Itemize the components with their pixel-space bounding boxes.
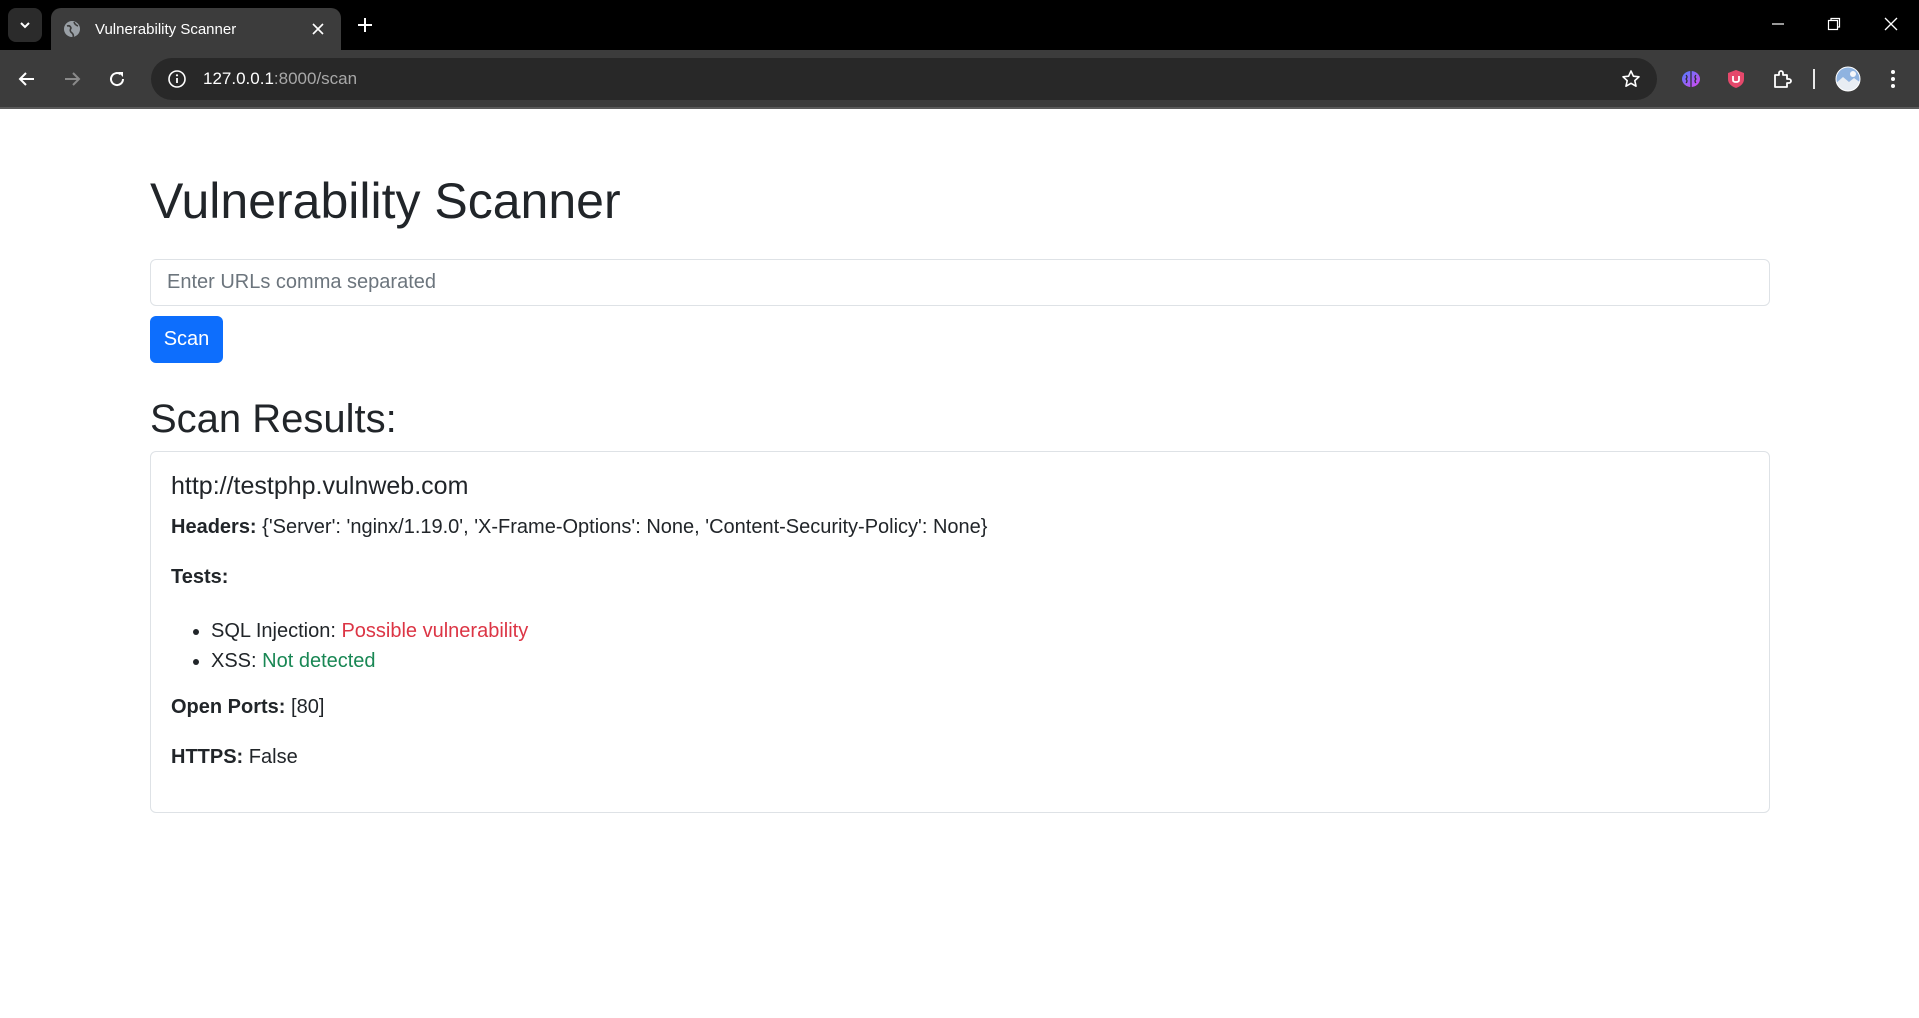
back-button[interactable] xyxy=(9,61,45,97)
list-item: XSS: Not detected xyxy=(211,646,528,676)
arrow-left-icon xyxy=(18,72,34,86)
url-path: :8000/scan xyxy=(273,69,358,88)
arrow-right-icon xyxy=(65,72,81,86)
headers-label: Headers: xyxy=(171,516,257,538)
url-input[interactable] xyxy=(150,259,1770,306)
bookmark-button[interactable] xyxy=(1619,67,1643,91)
result-card: http://testphp.vulnweb.com Headers: {'Se… xyxy=(150,451,1770,813)
plus-icon xyxy=(358,18,372,32)
https-label: HTTPS: xyxy=(171,746,244,768)
star-icon xyxy=(1622,70,1640,87)
brain-extension-icon xyxy=(1682,71,1700,87)
extensions-button[interactable] xyxy=(1767,64,1797,94)
test-result: Not detected xyxy=(262,650,376,672)
toolbar-divider xyxy=(1813,69,1815,89)
list-item: SQL Injection: Possible vulnerability xyxy=(211,616,528,646)
test-name: SQL Injection: xyxy=(211,620,336,642)
scan-button[interactable]: Scan xyxy=(150,316,223,363)
forward-button[interactable] xyxy=(54,61,90,97)
open-ports-value: [80] xyxy=(291,696,325,718)
test-result: Possible vulnerability xyxy=(341,620,529,642)
open-ports-line: Open Ports: [80] xyxy=(171,696,324,719)
browser-menu-button[interactable] xyxy=(1878,64,1908,94)
tab-close-button[interactable] xyxy=(307,18,329,40)
tab-search-button[interactable] xyxy=(8,8,42,42)
https-value: False xyxy=(248,746,298,768)
open-ports-label: Open Ports: xyxy=(171,696,286,718)
test-name: XSS: xyxy=(211,650,257,672)
avatar xyxy=(1835,66,1861,92)
minimize-button[interactable] xyxy=(1750,0,1806,48)
https-line: HTTPS: False xyxy=(171,746,298,769)
address-bar[interactable]: 127.0.0.1:8000/scan xyxy=(151,58,1657,100)
minimize-icon xyxy=(1772,23,1784,25)
result-url: http://testphp.vulnweb.com xyxy=(171,472,469,500)
restore-icon xyxy=(1827,17,1841,31)
restore-button[interactable] xyxy=(1806,0,1862,48)
info-icon xyxy=(168,70,186,88)
window-close-button[interactable] xyxy=(1863,0,1919,48)
more-vertical-icon xyxy=(1891,70,1895,88)
reload-icon xyxy=(110,72,125,87)
tests-line: Tests: xyxy=(171,566,228,589)
headers-line: Headers: {'Server': 'nginx/1.19.0', 'X-F… xyxy=(171,516,987,539)
browser-tab[interactable]: Vulnerability Scanner xyxy=(51,8,341,50)
puzzle-icon xyxy=(1774,70,1792,88)
browser-tab-strip: Vulnerability Scanner xyxy=(0,0,1919,50)
headers-value: {'Server': 'nginx/1.19.0', 'X-Frame-Opti… xyxy=(262,516,988,538)
chevron-down-icon xyxy=(20,22,30,29)
page-title: Vulnerability Scanner xyxy=(150,173,621,229)
site-info-button[interactable] xyxy=(157,58,197,100)
tests-list: SQL Injection: Possible vulnerability XS… xyxy=(191,616,528,676)
profile-button[interactable] xyxy=(1833,64,1863,94)
reload-button[interactable] xyxy=(99,61,135,97)
shield-extension-icon xyxy=(1728,70,1744,88)
extension-shield-button[interactable] xyxy=(1721,64,1751,94)
new-tab-button[interactable] xyxy=(350,10,380,40)
tests-label: Tests: xyxy=(171,566,229,588)
globe-icon xyxy=(64,21,80,38)
close-icon xyxy=(312,23,324,35)
tab-title: Vulnerability Scanner xyxy=(95,20,237,38)
address-url[interactable]: 127.0.0.1:8000/scan xyxy=(203,69,357,89)
extension-brain-button[interactable] xyxy=(1676,64,1706,94)
browser-toolbar: 127.0.0.1:8000/scan xyxy=(0,50,1919,107)
close-icon xyxy=(1884,17,1898,31)
url-host: 127.0.0.1 xyxy=(203,69,274,88)
results-heading: Scan Results: xyxy=(150,397,397,441)
toolbar-bottom-border xyxy=(0,107,1919,109)
